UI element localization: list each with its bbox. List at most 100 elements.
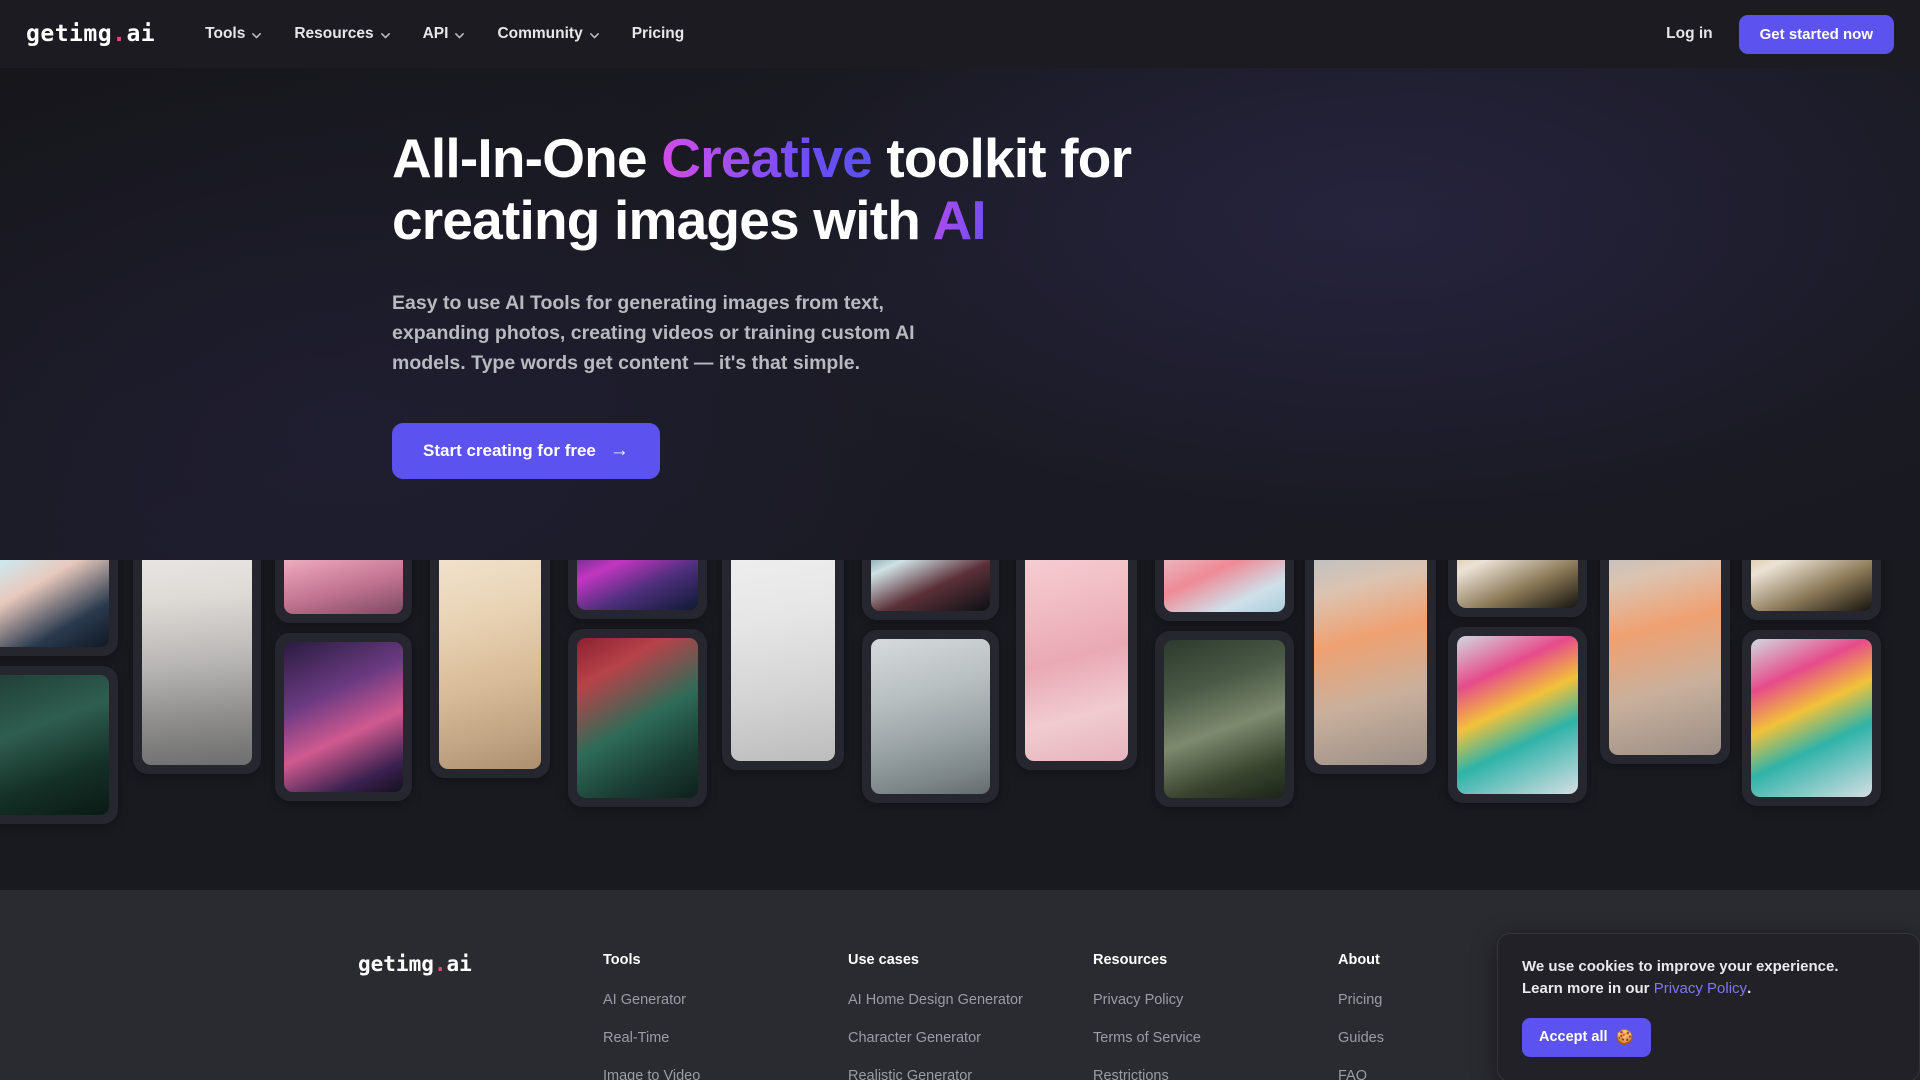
- page-title: All-In-One Creative toolkit for creating …: [392, 127, 1492, 251]
- wire-sketch-head: [731, 560, 835, 761]
- gallery-card[interactable]: [430, 560, 550, 778]
- nav-item-pricing[interactable]: Pricing: [616, 17, 701, 51]
- greenhouse-interior: [1164, 640, 1285, 798]
- gallery-card[interactable]: [0, 666, 118, 824]
- footer-link-restrictions[interactable]: Restrictions: [1093, 1068, 1338, 1080]
- footer-link-ai-home-design-generator[interactable]: AI Home Design Generator: [848, 992, 1093, 1008]
- gallery-card[interactable]: [1448, 627, 1587, 803]
- primary-nav: Tools Resources API Community Pricing: [189, 17, 700, 51]
- footer-brand-dot: .: [433, 952, 447, 976]
- footer-link-privacy-policy[interactable]: Privacy Policy: [1093, 992, 1338, 1008]
- accept-all-label: Accept all: [1539, 1029, 1608, 1045]
- gallery-card[interactable]: [1742, 560, 1881, 620]
- gallery-card[interactable]: [862, 630, 999, 803]
- footer-link-realistic-generator[interactable]: Realistic Generator: [848, 1068, 1093, 1080]
- gallery-column: [1742, 560, 1881, 806]
- astronaut-doorway-rocket: [1314, 560, 1427, 765]
- cookie-icon: 🍪: [1615, 1029, 1634, 1046]
- gallery-column: [862, 560, 999, 803]
- headline-part-4: creating images with: [392, 188, 933, 251]
- chevron-down-icon: [589, 30, 600, 41]
- footer-link-real-time[interactable]: Real-Time: [603, 1030, 848, 1046]
- footer-link-character-generator[interactable]: Character Generator: [848, 1030, 1093, 1046]
- gallery-card[interactable]: [1155, 631, 1294, 807]
- gallery-column: [275, 560, 412, 801]
- nav-item-resources[interactable]: Resources: [278, 17, 406, 51]
- colorful-balloon-tree: [1457, 636, 1578, 794]
- gallery-column: [568, 560, 707, 807]
- brand-logo[interactable]: getimg.ai: [26, 21, 155, 47]
- chrome-alien-bust: [871, 560, 990, 611]
- painted-face-red-green: [577, 638, 698, 798]
- gallery-card[interactable]: [568, 560, 707, 619]
- gallery-column: [1016, 560, 1137, 770]
- gallery-card[interactable]: [275, 560, 412, 623]
- brand-name: getimg: [26, 21, 113, 47]
- gallery-card[interactable]: [722, 560, 844, 770]
- hero-subheading: Easy to use AI Tools for generating imag…: [392, 292, 915, 374]
- gallery-column: [1600, 560, 1730, 764]
- footer-brand-name: getimg: [358, 952, 434, 976]
- nav-item-api[interactable]: API: [407, 17, 482, 51]
- nav-label-resources: Resources: [294, 25, 374, 42]
- pink-teddy-bedroom: [1025, 560, 1128, 761]
- gallery-column: [133, 560, 261, 774]
- cookie-message: We use cookies to improve your experienc…: [1522, 956, 1882, 1000]
- footer-brand-logo[interactable]: getimg.ai: [358, 952, 603, 1080]
- footer-link-image-to-video[interactable]: Image to Video: [603, 1068, 848, 1080]
- footer-heading-tools: Tools: [603, 952, 641, 968]
- gallery-card[interactable]: [133, 560, 261, 774]
- nav-label-api: API: [422, 25, 449, 42]
- start-creating-button[interactable]: Start creating for free →: [392, 422, 660, 479]
- headline-creative: Creative: [661, 127, 872, 189]
- hero-section: All-In-One Creative toolkit for creating …: [0, 68, 1920, 580]
- login-link[interactable]: Log in: [1666, 25, 1713, 43]
- foggy-figure-mist: [871, 639, 990, 794]
- chevron-down-icon: [251, 30, 262, 41]
- gallery-card[interactable]: [1016, 560, 1137, 770]
- extra-card-right-c: [1751, 639, 1872, 797]
- gallery-column: [0, 560, 118, 824]
- brand-suffix: ai: [126, 21, 156, 47]
- footer-heading-resources: Resources: [1093, 952, 1168, 968]
- nav-label-community: Community: [497, 25, 583, 42]
- neon-heart-android: [577, 560, 698, 610]
- start-creating-label: Start creating for free: [423, 440, 596, 460]
- accept-all-cookies-button[interactable]: Accept all 🍪: [1522, 1017, 1651, 1057]
- footer-columns: getimg.ai Tools AI Generator Real-Time I…: [358, 952, 1538, 1080]
- footer-link-ai-generator[interactable]: AI Generator: [603, 992, 848, 1008]
- nav-label-pricing: Pricing: [631, 25, 685, 42]
- top-navbar: getimg.ai Tools Resources API Community …: [0, 0, 1920, 68]
- gallery-card[interactable]: [1448, 560, 1587, 617]
- gallery-card[interactable]: [568, 629, 707, 807]
- cookie-consent-banner: We use cookies to improve your experienc…: [1497, 933, 1920, 1080]
- gallery-card[interactable]: [862, 560, 999, 620]
- anatomy-red-figure: [1164, 560, 1285, 612]
- minimal-bedroom-interior: [439, 560, 541, 769]
- gallery-column: [1305, 560, 1436, 774]
- gallery-card[interactable]: [1305, 560, 1436, 774]
- gallery-card[interactable]: [275, 633, 412, 801]
- nav-item-tools[interactable]: Tools: [189, 17, 278, 51]
- gallery-card[interactable]: [1600, 560, 1730, 764]
- get-started-button[interactable]: Get started now: [1738, 14, 1894, 54]
- footer-column-use-cases: Use cases AI Home Design Generator Chara…: [848, 952, 1093, 1080]
- page-root: getimg.ai Tools Resources API Community …: [0, 0, 1920, 1080]
- gallery-card[interactable]: [0, 560, 118, 656]
- headline-ai: AI: [932, 188, 986, 251]
- cookie-text-after: .: [1747, 979, 1752, 997]
- brand-dot: .: [112, 21, 127, 47]
- portrait-green-dark-figure: [0, 675, 109, 815]
- cookie-privacy-policy-link[interactable]: Privacy Policy: [1654, 980, 1747, 997]
- gallery-card[interactable]: [1155, 560, 1294, 621]
- portrait-woman-glitch-blue: [0, 560, 109, 647]
- surreal-pink-landscape-sphere: [284, 560, 403, 614]
- headline-part-1: All-In-One: [392, 127, 662, 189]
- gallery-column: [1155, 560, 1294, 807]
- footer-link-terms-of-service[interactable]: Terms of Service: [1093, 1030, 1338, 1046]
- cyber-portrait-neon: [284, 642, 403, 792]
- footer-heading-use-cases: Use cases: [848, 952, 919, 968]
- gallery-card[interactable]: [1742, 630, 1881, 806]
- nav-item-community[interactable]: Community: [481, 17, 615, 51]
- footer-brand-suffix: ai: [446, 952, 472, 976]
